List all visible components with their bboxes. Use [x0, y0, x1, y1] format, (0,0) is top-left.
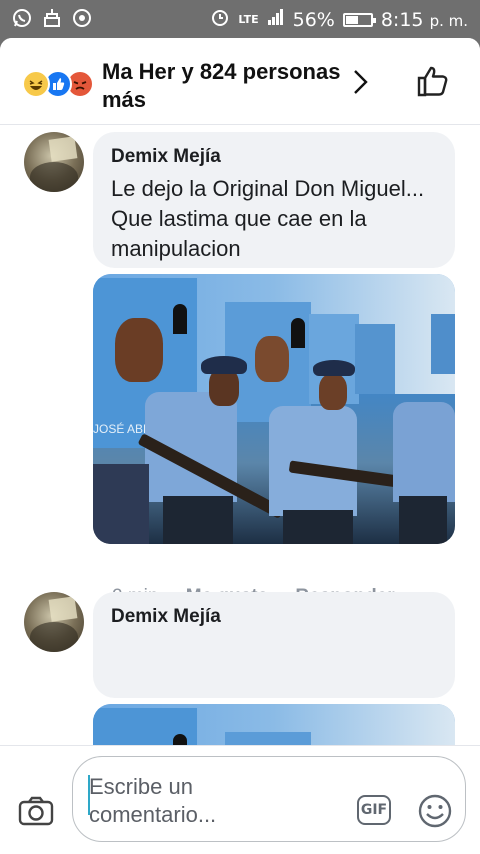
- alarm-icon: [210, 7, 230, 32]
- banner-portrait: [115, 318, 163, 382]
- reactions-title[interactable]: Ma Her y 824 personas más: [102, 58, 342, 114]
- comment-bubble[interactable]: Demix Mejía: [93, 592, 455, 698]
- avatar[interactable]: [24, 592, 84, 652]
- whatsapp-icon: [12, 8, 32, 28]
- comment-composer: Escribe un comentario... GIF: [0, 745, 480, 854]
- officer: [269, 406, 357, 516]
- reaction-summary: [22, 70, 94, 98]
- officer-face: [319, 374, 347, 410]
- chevron-right-icon[interactable]: [348, 68, 372, 101]
- emoji-icon[interactable]: [417, 793, 453, 834]
- comment-author[interactable]: Demix Mejía: [111, 606, 221, 628]
- network-type: LTE: [238, 13, 259, 26]
- officer-cap: [201, 356, 247, 374]
- battery-icon: [342, 12, 376, 27]
- banner-portrait: [255, 336, 289, 382]
- cake-icon: [42, 8, 62, 28]
- comment-author[interactable]: Demix Mejía: [111, 146, 221, 168]
- comment-text: Le dejo la Original Don Miguel... Que la…: [111, 176, 425, 261]
- battery-percent: 56%: [292, 8, 335, 31]
- comments-sheet: Ma Her y 824 personas más Demix Mejía Le…: [0, 38, 480, 854]
- comment-placeholder[interactable]: Escribe un comentario...: [89, 773, 289, 829]
- officer-pants: [283, 510, 353, 544]
- like-button[interactable]: [416, 64, 450, 103]
- clock: 8:15 p. m.: [380, 8, 468, 31]
- chrome-icon: [72, 8, 92, 28]
- photo-banner: [431, 314, 455, 374]
- gif-button[interactable]: GIF: [357, 795, 391, 825]
- status-bar: LTE 56% 8:15 p. m.: [0, 0, 480, 38]
- comment-photo[interactable]: JOSÉ ABRAHAM MA: [93, 274, 455, 544]
- black-ribbon: [291, 318, 305, 348]
- officer-cap: [313, 360, 355, 376]
- black-ribbon: [173, 304, 187, 334]
- reactions-header[interactable]: Ma Her y 824 personas más: [0, 38, 480, 125]
- comment-input[interactable]: Escribe un comentario... GIF: [72, 756, 466, 842]
- status-left-icons: [12, 8, 92, 28]
- officer: [393, 402, 455, 502]
- crowd: [93, 464, 149, 544]
- comment-bubble[interactable]: Demix Mejía Le dejo la Original Don Migu…: [93, 132, 455, 268]
- status-right: LTE 56% 8:15 p. m.: [210, 7, 468, 32]
- officer-pants: [399, 496, 447, 544]
- photo-banner: [355, 324, 395, 394]
- camera-icon[interactable]: [18, 796, 54, 831]
- officer-pants: [163, 496, 233, 544]
- haha-icon: [22, 70, 50, 98]
- signal-icon: [267, 8, 285, 31]
- avatar[interactable]: [24, 132, 84, 192]
